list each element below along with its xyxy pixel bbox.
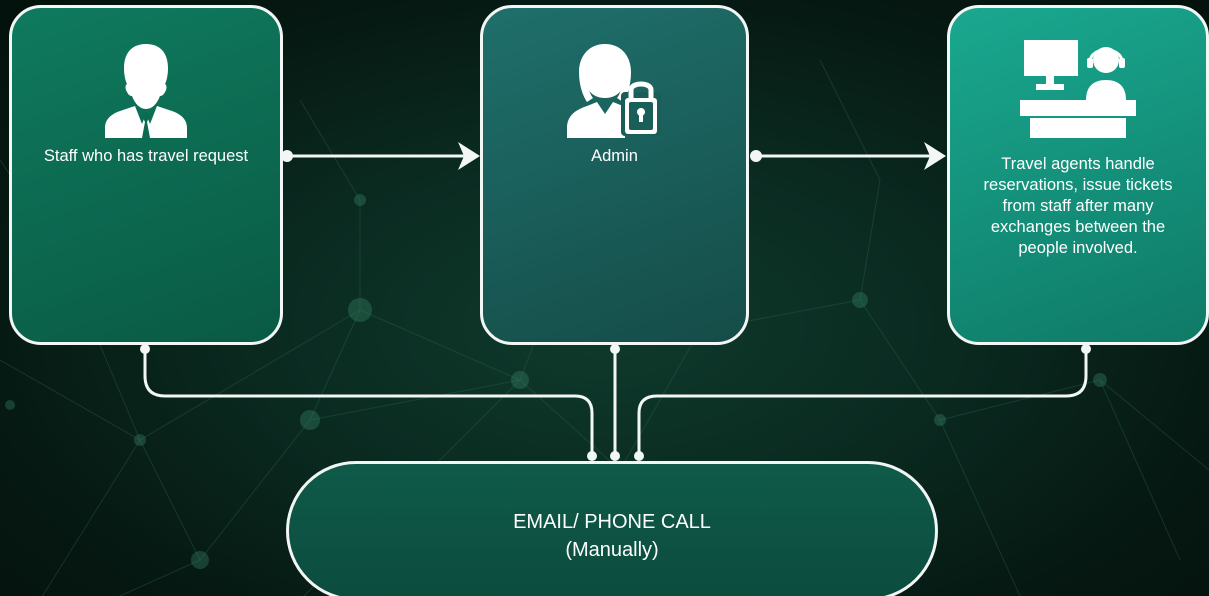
- admin-label: Admin: [591, 147, 638, 165]
- node-staff: Staff who has travel request: [9, 5, 283, 345]
- admin-lock-icon: [566, 44, 661, 138]
- node-admin: Admin: [480, 5, 749, 345]
- travel-agent-label: Travel agents handle reservations, issue…: [983, 155, 1173, 257]
- node-email-phone-call: EMAIL/ PHONE CALL (Manually): [286, 461, 938, 596]
- channel-title: EMAIL/ PHONE CALL: [513, 511, 711, 533]
- channel-subtitle: (Manually): [565, 539, 659, 561]
- staff-label: Staff who has travel request: [43, 147, 249, 165]
- businessman-icon: [105, 44, 187, 138]
- travel-agent-desk-icon: [1020, 40, 1136, 138]
- node-travel-agent: Travel agents handle reservations, issue…: [947, 5, 1209, 345]
